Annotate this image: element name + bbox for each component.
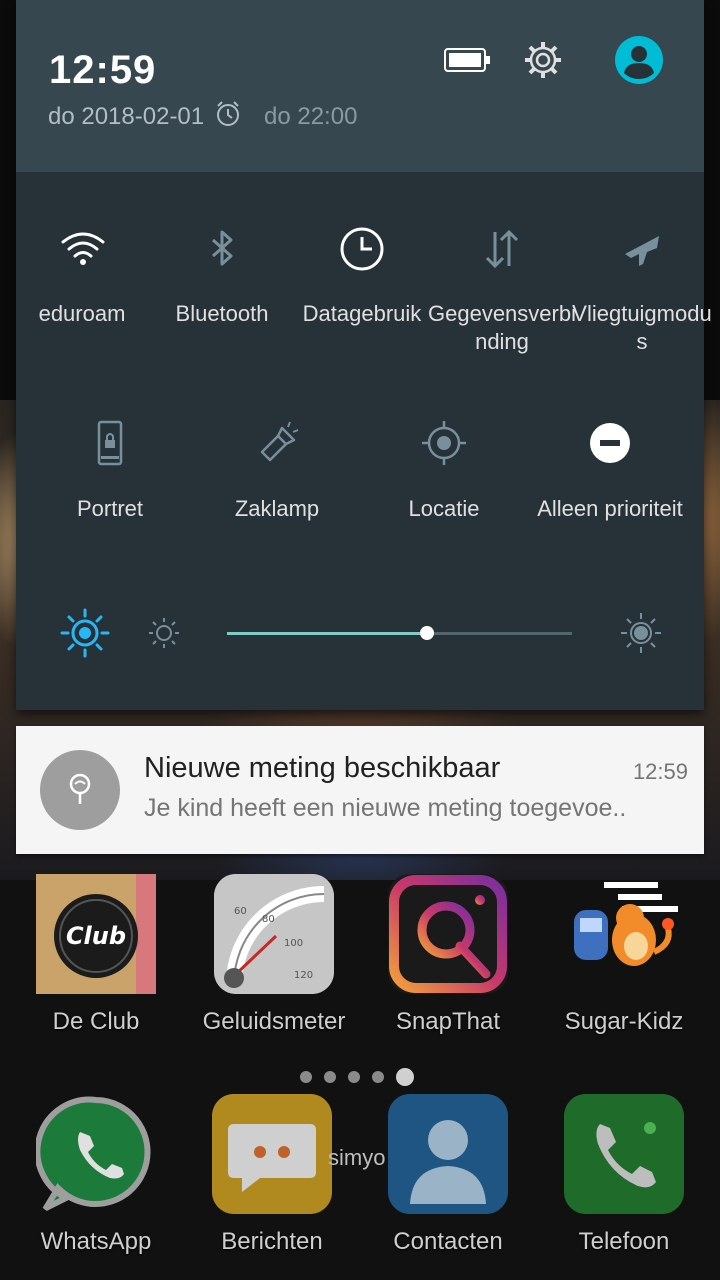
bluetooth-icon [212, 230, 233, 266]
quick-settings-header: 12:59 do 2018-02-01 do 22:00 [16, 0, 704, 172]
date[interactable]: do 2018-02-01 [48, 103, 204, 131]
tile-label: Gegevensverbi nding [428, 301, 576, 354]
svg-text:60: 60 [234, 906, 247, 917]
svg-text:80: 80 [262, 914, 275, 925]
dock-whatsapp[interactable]: WhatsApp [8, 1090, 184, 1270]
app-de-club[interactable]: Club De Club [8, 870, 184, 1050]
priority-only-icon [590, 423, 630, 463]
settings-icon[interactable] [523, 40, 563, 80]
brightness-high-icon [621, 613, 661, 653]
mobile-data-icon [485, 229, 519, 269]
auto-brightness-icon[interactable] [60, 608, 110, 658]
app-label: Sugar-Kidz [564, 1008, 684, 1035]
brightness-slider-fill [227, 632, 428, 635]
data-usage-icon [340, 227, 384, 271]
snapthat-icon [388, 874, 508, 994]
user-icon[interactable] [614, 35, 664, 85]
app-geluidsmeter[interactable]: 60 80 100 120 Geluidsmeter [186, 870, 362, 1050]
lollipop-icon [69, 773, 91, 804]
brightness-slider-thumb[interactable] [420, 626, 435, 640]
page-dot-active[interactable] [396, 1068, 414, 1086]
brightness-low-icon [149, 618, 179, 648]
tile-label: Zaklamp [234, 496, 320, 521]
portrait-lock-icon [97, 420, 123, 466]
app-snapthat[interactable]: SnapThat [360, 870, 536, 1050]
wifi-icon [61, 232, 105, 265]
svg-text:120: 120 [294, 970, 313, 981]
page-dot[interactable] [300, 1071, 312, 1083]
dock-telefoon[interactable]: Telefoon [536, 1090, 712, 1270]
battery-icon[interactable] [444, 46, 490, 74]
alarm-icon [217, 101, 239, 126]
notification-title: Nieuwe meting beschikbaar [144, 752, 501, 784]
dock-berichten[interactable]: Berichten [184, 1090, 360, 1270]
sound-meter-icon: 60 80 100 120 [214, 874, 334, 994]
svg-text:Club: Club [66, 922, 126, 950]
svg-text:100: 100 [284, 938, 303, 949]
tile-label: eduroam [38, 301, 126, 326]
app-label: SnapThat [395, 1008, 501, 1035]
airplane-icon [625, 236, 659, 266]
tile-label: Datagebruik [302, 301, 422, 326]
notification-text: Je kind heeft een nieuwe meting toegevoe… [144, 794, 627, 822]
messages-icon [212, 1094, 332, 1214]
home-app-grid: Club De Club 60 80 100 120 Geluidsmeter [0, 870, 720, 1050]
tile-label: Locatie [408, 496, 480, 521]
dock: WhatsApp Berichten Contacten Telefoon [0, 1090, 720, 1280]
tile-label: Vliegtuigmodu s [572, 301, 712, 354]
de-club-icon: Club [36, 874, 156, 994]
app-label: Telefoon [578, 1228, 670, 1255]
app-label: WhatsApp [40, 1228, 152, 1255]
page-dot[interactable] [372, 1071, 384, 1083]
app-sugar-kidz[interactable]: Sugar-Kidz [536, 870, 712, 1050]
notification-time: 12:59 [632, 759, 688, 784]
tile-label: Bluetooth [175, 301, 269, 326]
flashlight-icon [260, 421, 299, 462]
brightness-slider[interactable] [227, 626, 572, 640]
app-label: Contacten [393, 1228, 503, 1255]
page-dot[interactable] [348, 1071, 360, 1083]
page-indicator [300, 1066, 430, 1088]
app-label: Berichten [221, 1228, 323, 1255]
dock-contacten[interactable]: Contacten [360, 1090, 536, 1270]
location-icon [422, 421, 466, 465]
sugar-kidz-icon [564, 874, 684, 994]
next-alarm[interactable]: do 22:00 [264, 103, 357, 131]
clock[interactable]: 12:59 [49, 48, 156, 93]
whatsapp-icon [36, 1094, 156, 1214]
notification-card[interactable]: Nieuwe meting beschikbaar 12:59 Je kind … [16, 726, 704, 854]
app-label: Geluidsmeter [202, 1008, 346, 1035]
quick-settings-panel: 12:59 do 2018-02-01 do 22:00 eduroam Blu… [16, 0, 712, 710]
page-dot[interactable] [324, 1071, 336, 1083]
carrier-label: simyo [328, 1145, 386, 1170]
app-label: De Club [52, 1008, 140, 1035]
notification-app-icon [40, 750, 120, 830]
contacts-icon [388, 1094, 508, 1214]
phone-icon [564, 1094, 684, 1214]
tile-label: Alleen prioriteit [537, 496, 683, 521]
tile-label: Portret [76, 496, 144, 521]
